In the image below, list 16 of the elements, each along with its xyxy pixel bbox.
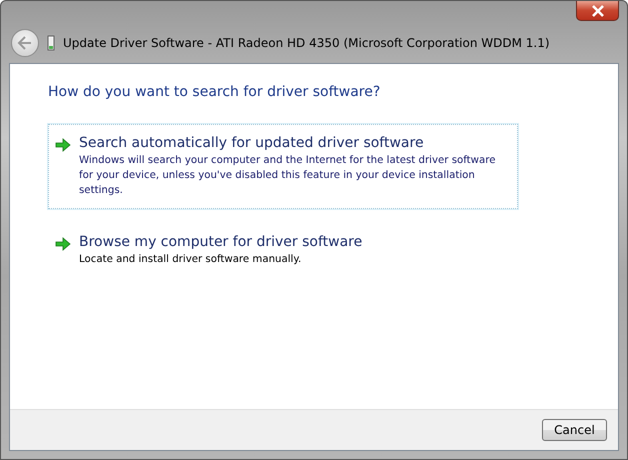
- back-button[interactable]: [11, 29, 39, 57]
- option-description: Windows will search your computer and the Internet for the latest driver software for your device, unless you've disabled this feature in your device installation settings.: [79, 154, 496, 198]
- device-icon: [47, 35, 55, 51]
- close-button[interactable]: [576, 1, 619, 21]
- option-link[interactable]: [48, 124, 518, 209]
- option-title: Search automatically for updated driver software: [79, 135, 425, 151]
- back-arrow-icon: [17, 36, 33, 50]
- cancel-button[interactable]: Cancel: [542, 419, 607, 441]
- arrow-icon: [55, 138, 71, 152]
- arrow-icon: [55, 237, 71, 251]
- close-icon: [590, 4, 604, 16]
- window-title: Update Driver Software - ATI Radeon HD 4350 (Microsoft Corporation WDDM 1.1): [63, 36, 550, 50]
- page-heading: How do you want to search for driver software?: [48, 84, 382, 100]
- option-link[interactable]: Browse my computer for driver software Locate and install driver software manually.: [48, 223, 518, 278]
- option-title: Browse my computer for driver software: [79, 234, 362, 250]
- option-description: Locate and install driver software manually.: [79, 253, 302, 267]
